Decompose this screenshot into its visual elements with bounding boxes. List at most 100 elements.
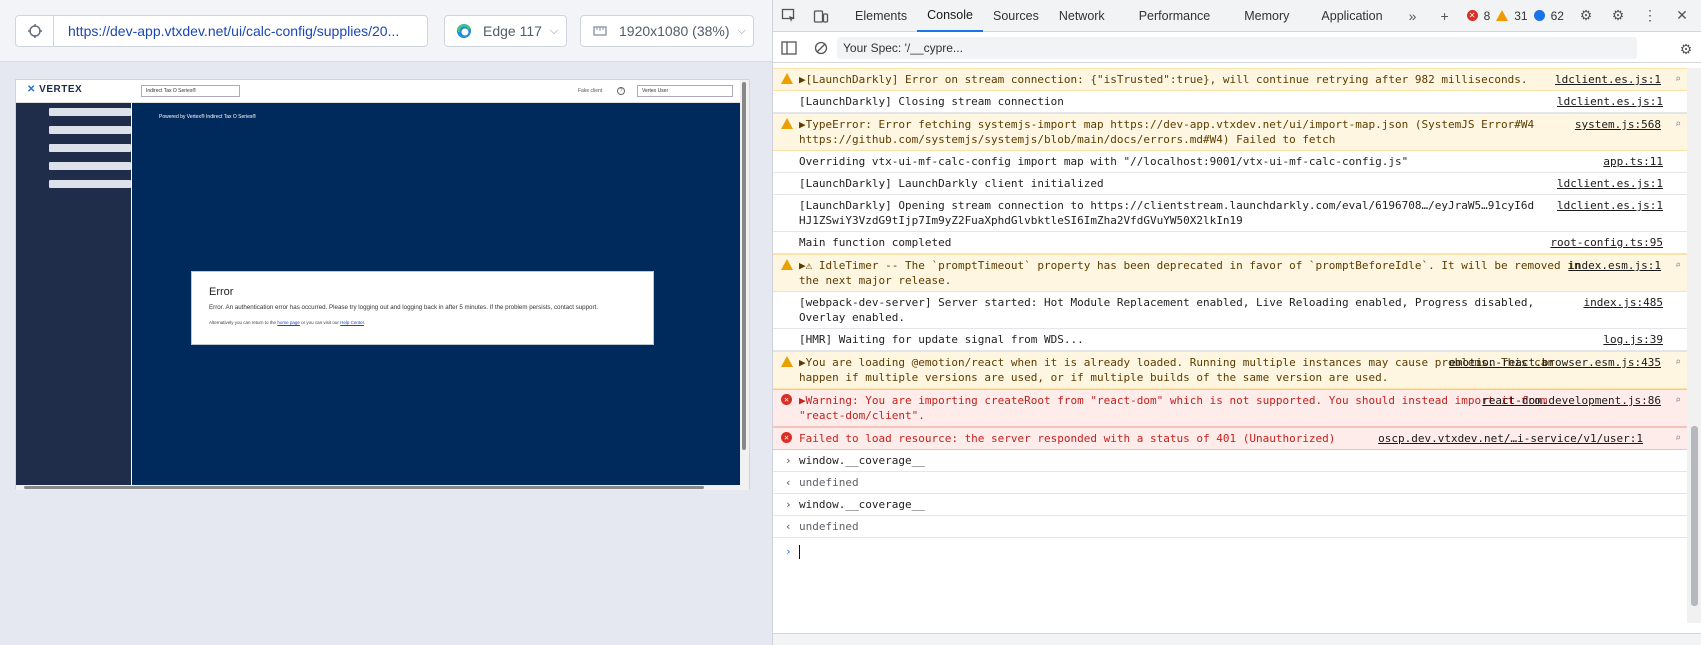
- warning-icon: [781, 356, 793, 367]
- source-link[interactable]: ldclient.es.js:1: [1557, 176, 1663, 191]
- source-link[interactable]: ldclient.es.js:1: [1555, 72, 1661, 87]
- source-link[interactable]: log.js:39: [1603, 332, 1663, 347]
- console-message[interactable]: ✕ Failed to load resource: the server re…: [773, 427, 1687, 450]
- tab-elements[interactable]: Elements: [845, 0, 917, 32]
- warning-icon: [781, 259, 793, 270]
- console-filter-input[interactable]: Your Spec: '/__cypre...: [837, 37, 1637, 59]
- app-horizontal-scrollbar[interactable]: [16, 485, 749, 490]
- source-link[interactable]: oscp.dev.vtxdev.net/…i-service/v1/user:1: [1378, 431, 1643, 446]
- console-scrollbar[interactable]: [1687, 68, 1701, 623]
- source-link[interactable]: system.js:568: [1575, 117, 1661, 132]
- runner-toolbar: https://dev-app.vtxdev.net/ui/calc-confi…: [0, 0, 772, 62]
- source-link[interactable]: root-config.ts:95: [1550, 235, 1663, 250]
- source-link[interactable]: emotion-react.browser.esm.js:435: [1449, 355, 1661, 370]
- more-tabs-icon[interactable]: »: [1397, 0, 1429, 32]
- search-icon[interactable]: ⌕: [1675, 72, 1681, 87]
- issue-counters[interactable]: ✕ 8 31 62: [1466, 8, 1564, 23]
- vertex-logo: ✕ VERTEX: [27, 84, 83, 95]
- viewport-selector[interactable]: 1920x1080 (38%) ⌵: [580, 15, 754, 47]
- search-icon[interactable]: ⌕: [1675, 258, 1681, 273]
- search-icon[interactable]: ⌕: [1675, 355, 1681, 370]
- devtools-tabbar: Elements Console Sources Network Perform…: [773, 0, 1701, 32]
- app-header: ✕ VERTEX Indirect Tax O Series® Fake cli…: [16, 80, 749, 103]
- warning-count: 31: [1514, 8, 1528, 23]
- console-message[interactable]: [LaunchDarkly] Closing stream connection…: [773, 91, 1687, 113]
- search-icon[interactable]: ⌕: [1675, 117, 1681, 132]
- tab-console[interactable]: Console: [917, 0, 983, 32]
- selector-playground-icon[interactable]: [16, 16, 54, 46]
- tab-application[interactable]: Application: [1311, 0, 1392, 32]
- console-message[interactable]: [HMR] Waiting for update signal from WDS…: [773, 329, 1687, 351]
- product-select[interactable]: Indirect Tax O Series®: [141, 85, 240, 97]
- repl-input-row[interactable]: › window.__coverage__: [773, 494, 1687, 516]
- chevron-down-icon: ⌵: [737, 24, 746, 37]
- source-link[interactable]: app.ts:11: [1603, 154, 1663, 169]
- console-toolbar: Your Spec: '/__cypre... ⚙: [773, 33, 1701, 63]
- console-settings-icon[interactable]: ⚙: [1670, 33, 1701, 65]
- kebab-menu-icon[interactable]: ⋮: [1634, 0, 1666, 32]
- source-link[interactable]: index.js:485: [1584, 295, 1663, 310]
- device-toolbar-icon[interactable]: [805, 0, 837, 32]
- sidebar-item-placeholder[interactable]: [49, 180, 131, 188]
- user-select[interactable]: Vertex User: [637, 85, 733, 97]
- url-bar[interactable]: https://dev-app.vtxdev.net/ui/calc-confi…: [15, 15, 428, 47]
- sidebar-item-placeholder[interactable]: [49, 108, 131, 116]
- console-prompt[interactable]: ›: [773, 538, 1687, 565]
- warning-icon: [781, 73, 793, 84]
- settings-gear-icon[interactable]: ⚙: [1602, 0, 1634, 32]
- info-count: 62: [1550, 8, 1564, 23]
- warning-count-icon: [1496, 10, 1509, 21]
- sidebar-item-placeholder[interactable]: [49, 162, 131, 170]
- tab-memory[interactable]: Memory: [1234, 0, 1299, 32]
- test-runner-panel: https://dev-app.vtxdev.net/ui/calc-confi…: [0, 0, 772, 645]
- console-message[interactable]: ✕ ▶Warning: You are importing createRoot…: [773, 389, 1687, 427]
- tab-performance[interactable]: Performance: [1129, 0, 1221, 32]
- source-link[interactable]: react-dom.development.js:86: [1482, 393, 1661, 408]
- search-icon[interactable]: ⌕: [1675, 431, 1681, 446]
- warning-icon: [781, 118, 793, 129]
- error-count: 8: [1483, 8, 1491, 23]
- result-arrow-icon: ‹: [785, 476, 792, 489]
- powered-by-text: Powered by Vertex® Indirect Tax O Series…: [159, 114, 257, 120]
- info-count-icon: [1533, 10, 1545, 21]
- sidebar-toggle-icon[interactable]: [773, 32, 805, 64]
- inspect-element-icon[interactable]: [773, 0, 805, 32]
- close-icon[interactable]: ✕: [1666, 0, 1698, 32]
- console-message[interactable]: [LaunchDarkly] LaunchDarkly client initi…: [773, 173, 1687, 195]
- console-message[interactable]: [LaunchDarkly] Opening stream connection…: [773, 195, 1687, 232]
- console-message[interactable]: ▶⚠ IdleTimer -- The `promptTimeout` prop…: [773, 254, 1687, 292]
- console-message[interactable]: ▶You are loading @emotion/react when it …: [773, 351, 1687, 389]
- source-link[interactable]: ldclient.es.js:1: [1557, 94, 1663, 109]
- source-link[interactable]: index.esm.js:1: [1568, 258, 1661, 273]
- help-icon[interactable]: ?: [617, 87, 625, 95]
- console-message[interactable]: ▶[LaunchDarkly] Error on stream connecti…: [773, 68, 1687, 91]
- console-message[interactable]: Overriding vtx-ui-mf-calc-config import …: [773, 151, 1687, 173]
- customize-icon[interactable]: ⚙: [1570, 0, 1602, 32]
- error-icon: ✕: [781, 394, 792, 405]
- home-page-link[interactable]: home page: [277, 320, 300, 325]
- fake-client-label: Fake client: [578, 88, 603, 94]
- browser-label: Edge 117: [483, 23, 542, 39]
- app-vertical-scrollbar[interactable]: [740, 80, 749, 490]
- tab-network[interactable]: Network: [1049, 0, 1115, 32]
- clear-console-icon[interactable]: [805, 32, 837, 64]
- search-icon[interactable]: ⌕: [1675, 393, 1681, 408]
- source-link[interactable]: ldclient.es.js:1: [1557, 198, 1663, 213]
- help-center-link[interactable]: Help Center: [340, 320, 364, 325]
- url-text[interactable]: https://dev-app.vtxdev.net/ui/calc-confi…: [54, 23, 414, 39]
- error-message: Error. An authentication error has occur…: [209, 304, 598, 311]
- repl-input-row[interactable]: › window.__coverage__: [773, 450, 1687, 472]
- chevron-right-icon: ›: [785, 498, 792, 511]
- browser-selector[interactable]: Edge 117 ⌵: [444, 15, 567, 47]
- console-message[interactable]: ▶TypeError: Error fetching systemjs-impo…: [773, 113, 1687, 151]
- viewport-label: 1920x1080 (38%): [619, 23, 730, 39]
- tab-sources[interactable]: Sources: [983, 0, 1049, 32]
- add-tab-icon[interactable]: +: [1429, 0, 1461, 32]
- devtools-panel: Elements Console Sources Network Perform…: [772, 0, 1701, 645]
- console-message[interactable]: Main function completed root-config.ts:9…: [773, 232, 1687, 254]
- sidebar-item-placeholder[interactable]: [49, 144, 131, 152]
- console-message[interactable]: [webpack-dev-server] Server started: Hot…: [773, 292, 1687, 329]
- error-title: Error: [209, 286, 234, 298]
- sidebar-item-placeholder[interactable]: [49, 126, 131, 134]
- prompt-chevron-icon: ›: [785, 545, 792, 558]
